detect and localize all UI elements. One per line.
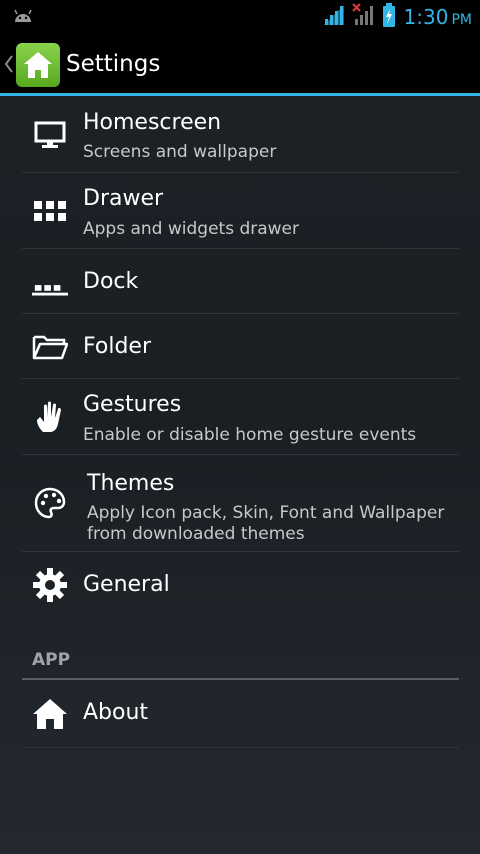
settings-item-folder[interactable]: Folder [22,314,459,379]
settings-item-title: Gestures [83,392,182,417]
app-home-icon[interactable] [16,43,60,87]
settings-item-summary-line2: from downloaded themes [87,524,305,544]
folder-icon [32,329,68,365]
settings-item-homescreen[interactable]: Homescreen Screens and wallpaper [22,96,459,173]
back-caret-icon[interactable] [4,55,14,77]
settings-item-themes[interactable]: Themes Apply Icon pack, Skin, Font and W… [22,455,459,552]
settings-item-summary: Apply Icon pack, Skin, Font and Wallpape… [87,503,445,523]
settings-list: Homescreen Screens and wallpaper Drawer … [22,96,459,748]
status-time-ampm: PM [451,12,472,28]
battery-charging-icon [382,3,396,31]
settings-item-title: Themes [87,471,175,496]
settings-item-dock[interactable]: Dock [22,249,459,314]
screen: 1:30 PM Settings Homescreen Screens and … [0,0,480,854]
status-bar: 1:30 PM [0,0,480,33]
settings-item-summary: Apps and widgets drawer [83,219,300,239]
house-icon [32,696,68,732]
settings-item-title: Dock [83,269,139,294]
settings-item-summary: Enable or disable home gesture events [83,425,417,445]
signal-strength-icon [322,3,346,31]
section-header-label: APP [32,650,71,670]
settings-item-title: Folder [83,334,151,359]
settings-item-title: Drawer [83,186,164,211]
no-signal-icon [351,3,376,31]
section-header-app: APP [22,618,459,680]
page-title: Settings [66,51,161,77]
hand-icon [32,399,68,435]
settings-item-title: General [83,572,170,597]
android-notification-icon [12,8,34,28]
settings-item-title: Homescreen [83,110,222,135]
settings-item-summary: Screens and wallpaper [83,142,277,162]
status-time: 1:30 PM [404,5,472,29]
settings-item-drawer[interactable]: Drawer Apps and widgets drawer [22,173,459,249]
monitor-icon [32,117,68,153]
gear-icon [32,567,68,603]
grid-icon [32,193,68,229]
settings-item-about[interactable]: About [22,680,459,748]
status-time-value: 1:30 [403,5,449,29]
dock-icon [32,269,68,305]
settings-item-title: About [83,700,149,725]
settings-item-general[interactable]: General [22,552,459,618]
action-bar: Settings [0,33,480,96]
palette-icon [32,485,68,521]
settings-item-gestures[interactable]: Gestures Enable or disable home gesture … [22,379,459,455]
